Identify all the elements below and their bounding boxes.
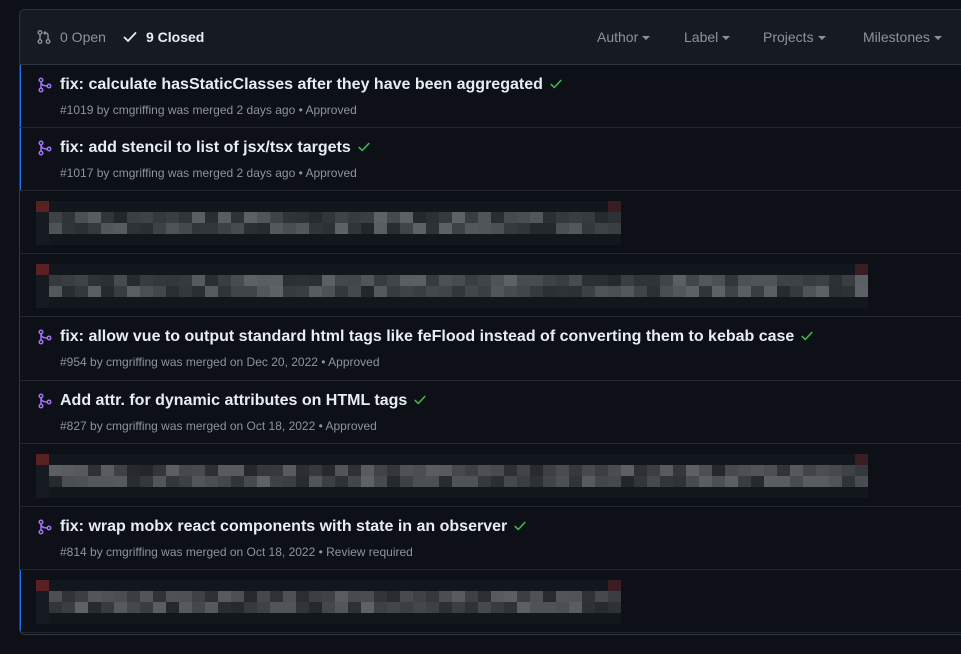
pixelated-content — [36, 580, 621, 624]
pr-meta: #954 by cmgriffing was merged on Dec 20,… — [60, 355, 380, 369]
pr-row[interactable]: fix: calculate hasStaticClasses after th… — [20, 65, 961, 128]
pr-row[interactable]: Add attr. for dynamic attributes on HTML… — [20, 381, 961, 444]
open-filter[interactable]: 0 Open — [36, 10, 106, 64]
pr-row[interactable]: fix: wrap mobx react components with sta… — [20, 507, 961, 570]
pr-title[interactable]: fix: calculate hasStaticClasses after th… — [60, 76, 563, 94]
check-icon — [550, 79, 562, 89]
pr-meta: #1019 by cmgriffing was merged 2 days ag… — [60, 103, 357, 117]
closed-count-label: 9 Closed — [146, 29, 205, 45]
pr-meta: #814 by cmgriffing was merged on Oct 18,… — [60, 545, 413, 559]
pr-title-text[interactable]: fix: wrap mobx react components with sta… — [60, 518, 507, 535]
caret-down-icon — [722, 36, 731, 40]
caret-down-icon — [817, 36, 826, 40]
list-header: 0 Open 9 Closed Author Label Projects Mi… — [20, 10, 961, 65]
pr-title[interactable]: fix: add stencil to list of jsx/tsx targ… — [60, 139, 371, 157]
author-filter-label: Author — [597, 29, 639, 45]
pr-title-text[interactable]: fix: add stencil to list of jsx/tsx targ… — [60, 139, 351, 156]
merged-icon — [38, 519, 52, 535]
check-icon — [414, 395, 426, 405]
check-icon — [358, 142, 370, 152]
open-count-label: 0 Open — [60, 29, 106, 45]
redacted-row — [20, 191, 961, 254]
pixelated-content — [36, 201, 621, 245]
pr-title[interactable]: fix: wrap mobx react components with sta… — [60, 518, 527, 536]
label-filter-label: Label — [684, 29, 719, 45]
label-filter[interactable]: Label — [684, 10, 731, 64]
projects-filter-label: Projects — [763, 29, 814, 45]
pr-row[interactable]: fix: allow vue to output standard html t… — [20, 317, 961, 381]
projects-filter[interactable]: Projects — [763, 10, 826, 64]
pr-title[interactable]: Add attr. for dynamic attributes on HTML… — [60, 392, 427, 410]
pr-meta: #827 by cmgriffing was merged on Oct 18,… — [60, 419, 377, 433]
closed-filter[interactable]: 9 Closed — [122, 10, 204, 64]
merged-icon — [38, 77, 52, 93]
author-filter[interactable]: Author — [597, 10, 651, 64]
pr-rows: fix: calculate hasStaticClasses after th… — [20, 65, 961, 633]
caret-down-icon — [642, 36, 651, 40]
pr-title[interactable]: fix: allow vue to output standard html t… — [60, 328, 814, 346]
pull-request-list: 0 Open 9 Closed Author Label Projects Mi… — [19, 9, 961, 635]
pr-title-text[interactable]: fix: allow vue to output standard html t… — [60, 328, 794, 345]
milestones-filter-label: Milestones — [863, 29, 930, 45]
redacted-row — [20, 444, 961, 507]
pr-meta: #1017 by cmgriffing was merged 2 days ag… — [60, 166, 357, 180]
pixelated-content — [36, 454, 868, 498]
merged-icon — [38, 140, 52, 156]
pull-request-icon — [37, 30, 51, 44]
milestones-filter[interactable]: Milestones — [863, 10, 942, 64]
pr-title-text[interactable]: Add attr. for dynamic attributes on HTML… — [60, 392, 407, 409]
merged-icon — [38, 393, 52, 409]
check-icon — [801, 331, 813, 341]
pr-row[interactable]: fix: add stencil to list of jsx/tsx targ… — [20, 128, 961, 191]
pixelated-content — [36, 264, 868, 308]
redacted-row — [20, 570, 961, 633]
pr-title-text[interactable]: fix: calculate hasStaticClasses after th… — [60, 76, 543, 93]
check-icon — [514, 521, 526, 531]
redacted-row — [20, 254, 961, 317]
caret-down-icon — [933, 36, 942, 40]
merged-icon — [38, 329, 52, 345]
check-icon — [123, 32, 137, 42]
